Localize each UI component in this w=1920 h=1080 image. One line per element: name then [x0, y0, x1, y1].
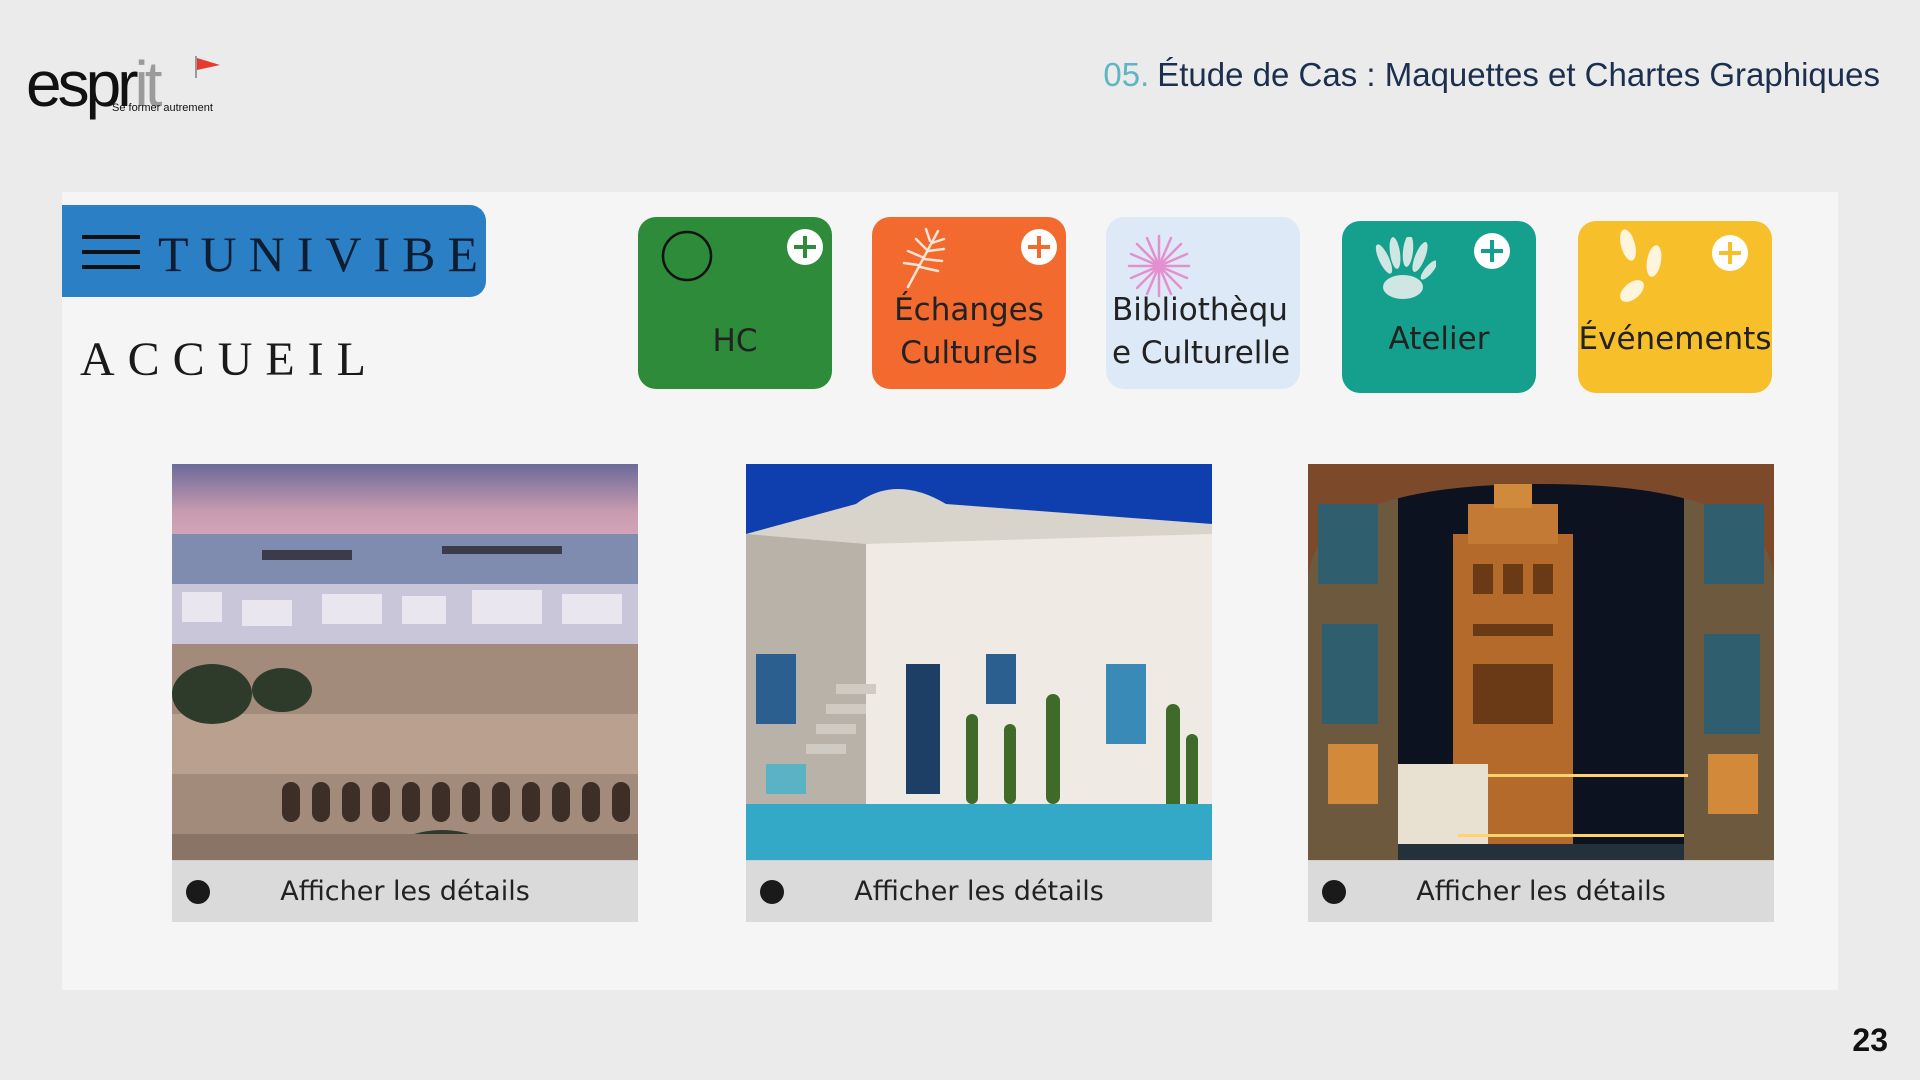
hands-icon: [1375, 237, 1436, 299]
details-link[interactable]: Afficher les détails: [1308, 876, 1774, 907]
palm-leaf-icon: [902, 227, 946, 289]
plus-icon[interactable]: [1019, 227, 1059, 267]
leaves-icon: [1620, 229, 1662, 302]
details-link[interactable]: Afficher les détails: [172, 876, 638, 907]
plus-icon[interactable]: [1710, 233, 1750, 273]
app-mockup-panel: TUNIVIBE ACCUEIL HC Échanges Culturels B…: [62, 192, 1838, 990]
hamburger-menu-icon[interactable]: [82, 235, 140, 269]
category-label: Événements: [1578, 321, 1772, 357]
page-heading: ACCUEIL: [80, 333, 379, 386]
card-footer[interactable]: Afficher les détails: [172, 860, 638, 922]
plus-icon[interactable]: [1472, 231, 1512, 271]
plus-icon[interactable]: [785, 227, 825, 267]
details-link[interactable]: Afficher les détails: [746, 876, 1212, 907]
brand-name: TUNIVIBE: [158, 226, 491, 282]
logo-tagline: Se former autrement: [112, 102, 213, 114]
slide-title: 05. Étude de Cas : Maquettes et Chartes G…: [1103, 56, 1880, 94]
category-tile-atelier[interactable]: Atelier: [1342, 221, 1536, 393]
minaret-night-photo: [1308, 464, 1774, 860]
card-footer[interactable]: Afficher les détails: [1308, 860, 1774, 922]
white-house-pool-photo: [746, 464, 1212, 860]
brand-bar: TUNIVIBE: [62, 205, 486, 297]
category-tile-bibliotheque-culturelle[interactable]: Bibliothèque Culturelle: [1106, 217, 1300, 389]
category-label: Bibliothèque Culturelle: [1112, 292, 1291, 371]
coastal-city-photo: [172, 464, 638, 860]
flag-icon: [195, 56, 220, 78]
category-label: HC: [712, 323, 758, 359]
category-label: Échanges Culturels: [894, 292, 1044, 371]
asterisk-flower-icon: [1127, 234, 1191, 298]
destination-card[interactable]: Afficher les détails: [1308, 464, 1774, 922]
category-tile-evenements[interactable]: Événements: [1578, 221, 1772, 393]
esprit-logo: esprit Se former autrement: [26, 52, 226, 118]
page-number: 23: [1852, 1022, 1888, 1058]
slide-section-number: 05.: [1103, 56, 1150, 93]
category-label: Atelier: [1388, 321, 1490, 357]
destination-card[interactable]: Afficher les détails: [172, 464, 638, 922]
destination-card[interactable]: Afficher les détails: [746, 464, 1212, 922]
category-tile-hc[interactable]: HC: [638, 217, 832, 389]
slide-title-text: Étude de Cas : Maquettes et Chartes Grap…: [1157, 56, 1880, 93]
circle-outline-icon: [661, 230, 713, 282]
card-footer[interactable]: Afficher les détails: [746, 860, 1212, 922]
category-tile-echanges-culturels[interactable]: Échanges Culturels: [872, 217, 1066, 389]
